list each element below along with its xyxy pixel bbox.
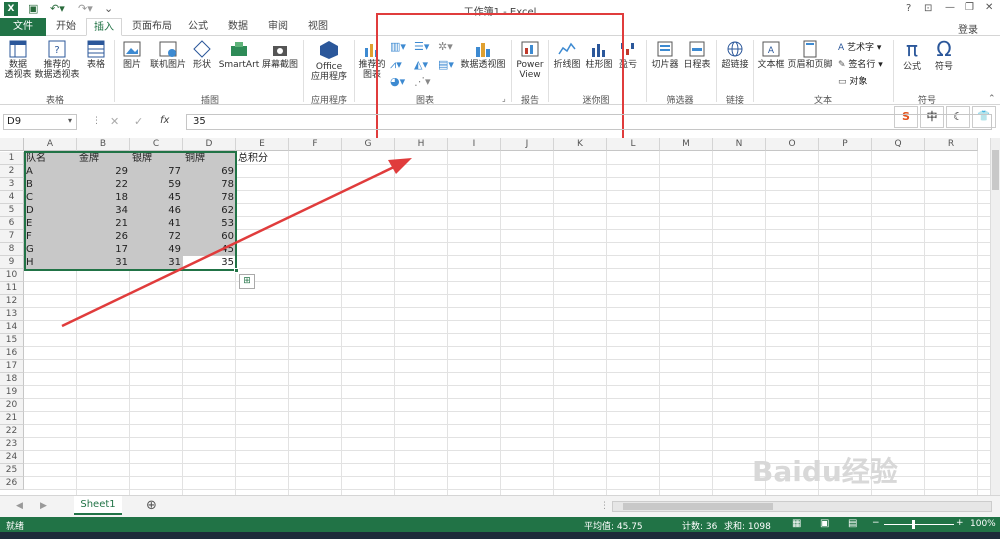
normal-view-icon[interactable]: ▦: [792, 518, 801, 529]
zoom-in-icon[interactable]: +: [956, 518, 964, 528]
arrow-line: [61, 164, 397, 328]
h-scrollbar-thumb[interactable]: [623, 503, 773, 510]
new-sheet-button[interactable]: ⊕: [146, 498, 157, 513]
zoom-level[interactable]: 100%: [970, 519, 996, 529]
tab-split-icon[interactable]: ⋮: [600, 501, 609, 511]
horizontal-scrollbar[interactable]: [612, 501, 992, 512]
page-layout-view-icon[interactable]: ▣: [820, 518, 829, 529]
status-average: 平均值: 45.75: [584, 522, 643, 532]
arrow-head: [388, 158, 412, 174]
zoom-out-icon[interactable]: −: [872, 518, 880, 528]
zoom-slider-thumb[interactable]: [912, 520, 915, 529]
status-sum: 求和: 1098: [724, 522, 771, 532]
next-sheet-icon[interactable]: ▶: [40, 501, 47, 511]
os-taskbar: [0, 532, 1000, 539]
sheet-tab-bar: ◀ ▶ Sheet1 ⊕ ⋮: [0, 495, 1000, 517]
sheet-tab-sheet1[interactable]: Sheet1: [74, 496, 122, 515]
status-bar: 就绪 平均值: 45.75 计数: 36 求和: 1098 ▦ ▣ ▤ − + …: [0, 517, 1000, 532]
prev-sheet-icon[interactable]: ◀: [16, 501, 23, 511]
watermark: Baidu经验: [752, 455, 898, 488]
status-ready: 就绪: [6, 522, 25, 532]
page-break-view-icon[interactable]: ▤: [848, 518, 857, 529]
zoom-slider[interactable]: [884, 524, 954, 525]
status-count: 计数: 36: [682, 522, 718, 532]
